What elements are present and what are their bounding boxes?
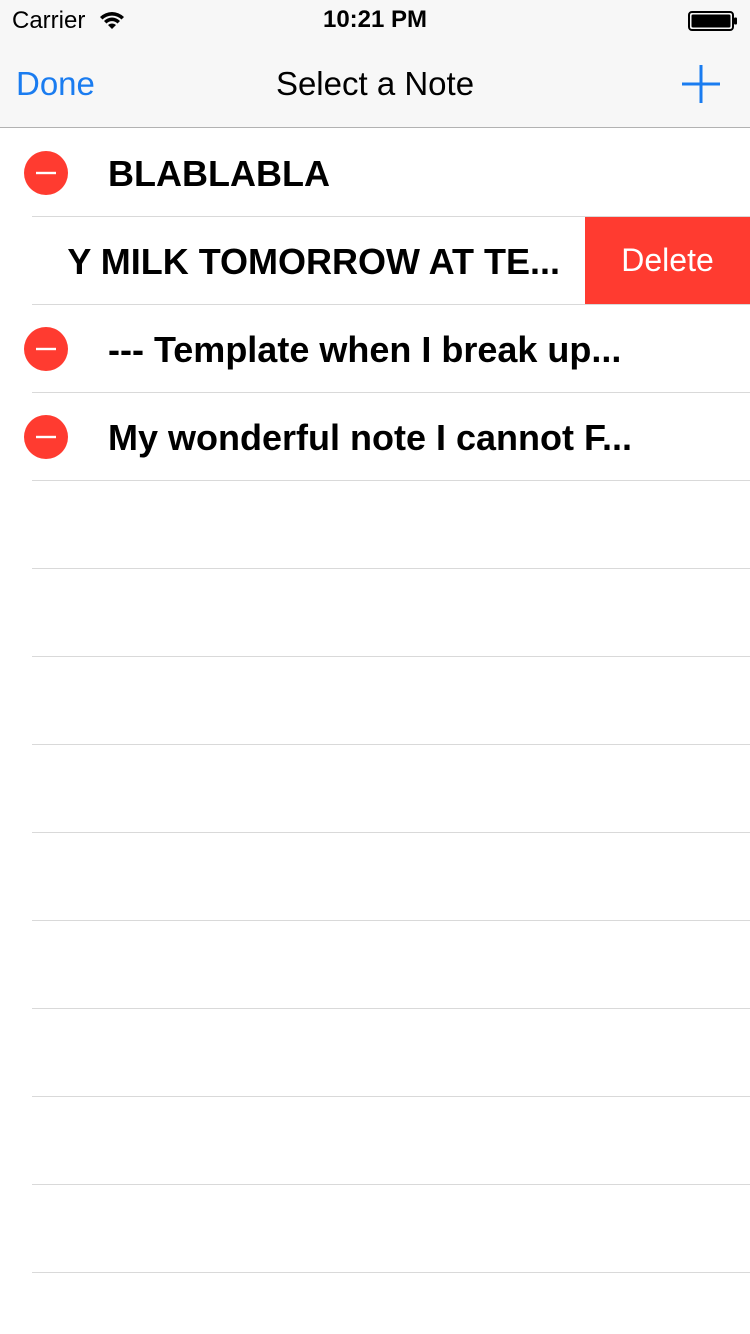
empty-row xyxy=(32,745,750,833)
note-title: My wonderful note I cannot F... xyxy=(108,417,633,458)
empty-row xyxy=(32,1273,750,1334)
empty-row xyxy=(32,1097,750,1185)
empty-row xyxy=(32,657,750,745)
delete-minus-icon[interactable] xyxy=(24,327,68,371)
notes-table: BLABLABLA Y MILK TOMORROW AT TE... Delet… xyxy=(0,129,750,1334)
empty-row xyxy=(32,569,750,657)
note-row[interactable]: --- Template when I break up... xyxy=(24,305,750,393)
empty-row xyxy=(32,1009,750,1097)
plus-icon[interactable] xyxy=(680,63,722,105)
page-title: Select a Note xyxy=(275,65,475,102)
empty-row xyxy=(32,833,750,921)
status-bar: Carrier 10:21 PM xyxy=(0,0,750,40)
note-title: --- Template when I break up... xyxy=(108,329,622,370)
delete-button[interactable]: Delete xyxy=(585,217,750,304)
battery-icon xyxy=(688,11,737,31)
note-title: BLABLABLA xyxy=(108,153,330,194)
note-row[interactable]: BLABLABLA xyxy=(24,129,750,217)
status-time: 10:21 PM xyxy=(322,6,428,33)
delete-minus-icon[interactable] xyxy=(24,415,68,459)
note-row[interactable]: My wonderful note I cannot F... xyxy=(24,393,750,481)
empty-row xyxy=(32,1185,750,1273)
note-title: Y MILK TOMORROW AT TE... xyxy=(67,241,560,282)
empty-row xyxy=(32,921,750,1009)
delete-minus-icon[interactable] xyxy=(24,151,68,195)
empty-row xyxy=(32,481,750,569)
navigation-bar: Done Select a Note xyxy=(0,40,750,128)
note-row-swiped[interactable]: Y MILK TOMORROW AT TE... Delete xyxy=(32,217,750,305)
